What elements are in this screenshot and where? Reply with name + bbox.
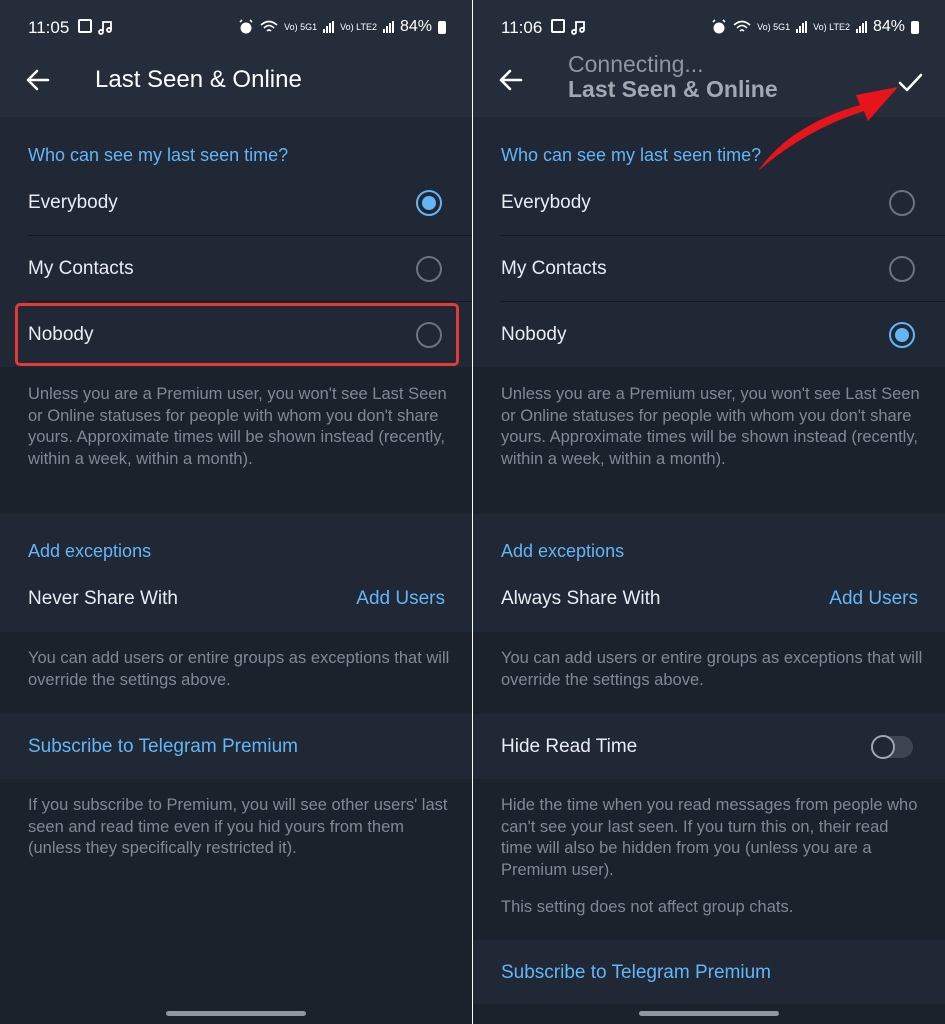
music-note-icon — [571, 21, 585, 35]
hide-read-time-note: Hide the time when you read messages fro… — [501, 796, 918, 879]
wifi-icon — [260, 20, 278, 32]
premium-note: If you subscribe to Premium, you will se… — [28, 796, 448, 857]
premium-section: Subscribe to Telegram Premium — [0, 714, 472, 779]
exceptions-note: You can add users or entire groups as ex… — [501, 649, 923, 689]
red-annotation-arrow-icon — [758, 87, 898, 171]
battery-icon — [911, 20, 919, 34]
battery-percent: 84% — [872, 18, 905, 35]
status-time: 11:06 — [501, 18, 543, 37]
section-header: Add exceptions — [28, 541, 152, 561]
alarm-icon — [239, 19, 253, 34]
signal-icon — [796, 21, 808, 33]
status-bar: 11:06 Vo) 5G1 Vo) LTE2 84% — [473, 0, 945, 56]
signal-icon — [323, 21, 335, 33]
exceptions-section: Add exceptions Never Share With Add User… — [0, 514, 472, 632]
subscribe-premium-link[interactable]: Subscribe to Telegram Premium — [501, 962, 771, 984]
option-nobody[interactable]: Nobody — [473, 302, 945, 368]
gesture-bar — [639, 1011, 779, 1016]
battery-icon — [438, 20, 446, 34]
network-label: Vo) 5G1 — [757, 22, 791, 32]
radio-unselected-icon[interactable] — [416, 256, 442, 282]
hide-read-time-section: Hide Read Time — [473, 714, 945, 779]
section-header: Who can see my last seen time? — [501, 145, 762, 165]
premium-visibility-note: Unless you are a Premium user, you won't… — [28, 385, 447, 468]
option-my-contacts[interactable]: My Contacts — [0, 236, 472, 302]
option-my-contacts[interactable]: My Contacts — [473, 236, 945, 302]
nobody-highlight-box — [15, 303, 459, 366]
signal-icon — [855, 21, 867, 33]
status-bar: 11:05 Vo) 5G1 Vo) LTE2 84% — [0, 0, 472, 56]
gesture-bar — [166, 1011, 306, 1016]
always-share-with-row[interactable]: Always Share With Add Users — [473, 566, 945, 632]
hide-read-time-toggle[interactable] — [871, 735, 913, 759]
hide-read-time-row[interactable]: Hide Read Time — [473, 714, 945, 780]
network-label: Vo) LTE2 — [813, 22, 850, 32]
subscribe-premium-link[interactable]: Subscribe to Telegram Premium — [28, 736, 298, 758]
add-users-link[interactable]: Add Users — [829, 566, 918, 632]
exceptions-section: Add exceptions Always Share With Add Use… — [473, 514, 945, 632]
network-label: Vo) LTE2 — [340, 22, 377, 32]
add-users-link[interactable]: Add Users — [356, 566, 445, 632]
status-time: 11:05 — [28, 18, 70, 37]
battery-percent: 84% — [399, 18, 432, 35]
alarm-icon — [712, 19, 726, 34]
page-title: Last Seen & Online — [95, 66, 302, 93]
back-arrow-icon[interactable] — [24, 66, 52, 94]
left-phone-screen: 11:05 Vo) 5G1 Vo) LTE2 84% Last Seen & O… — [0, 0, 472, 1024]
premium-section: Subscribe to Telegram Premium — [473, 940, 945, 1004]
page-title: Last Seen & Online — [568, 76, 778, 102]
back-arrow-icon[interactable] — [497, 66, 525, 94]
network-label: Vo) 5G1 — [284, 22, 318, 32]
section-header: Who can see my last seen time? — [28, 145, 289, 165]
option-everybody[interactable]: Everybody — [0, 170, 472, 236]
gallery-icon — [78, 19, 92, 33]
never-share-with-row[interactable]: Never Share With Add Users — [0, 566, 472, 632]
radio-selected-icon[interactable] — [889, 322, 915, 348]
premium-visibility-note: Unless you are a Premium user, you won't… — [501, 385, 920, 468]
radio-unselected-icon[interactable] — [889, 256, 915, 282]
radio-unselected-icon[interactable] — [889, 190, 915, 216]
signal-icon — [382, 21, 394, 33]
group-chats-note: This setting does not affect group chats… — [501, 898, 794, 916]
wifi-icon — [733, 20, 751, 32]
section-header: Add exceptions — [501, 541, 625, 561]
connecting-status: Connecting... — [568, 51, 704, 77]
gallery-icon — [551, 19, 565, 33]
app-bar: Last Seen & Online — [0, 56, 472, 117]
music-note-icon — [98, 21, 112, 35]
radio-selected-icon[interactable] — [416, 190, 442, 216]
exceptions-note: You can add users or entire groups as ex… — [28, 649, 450, 689]
